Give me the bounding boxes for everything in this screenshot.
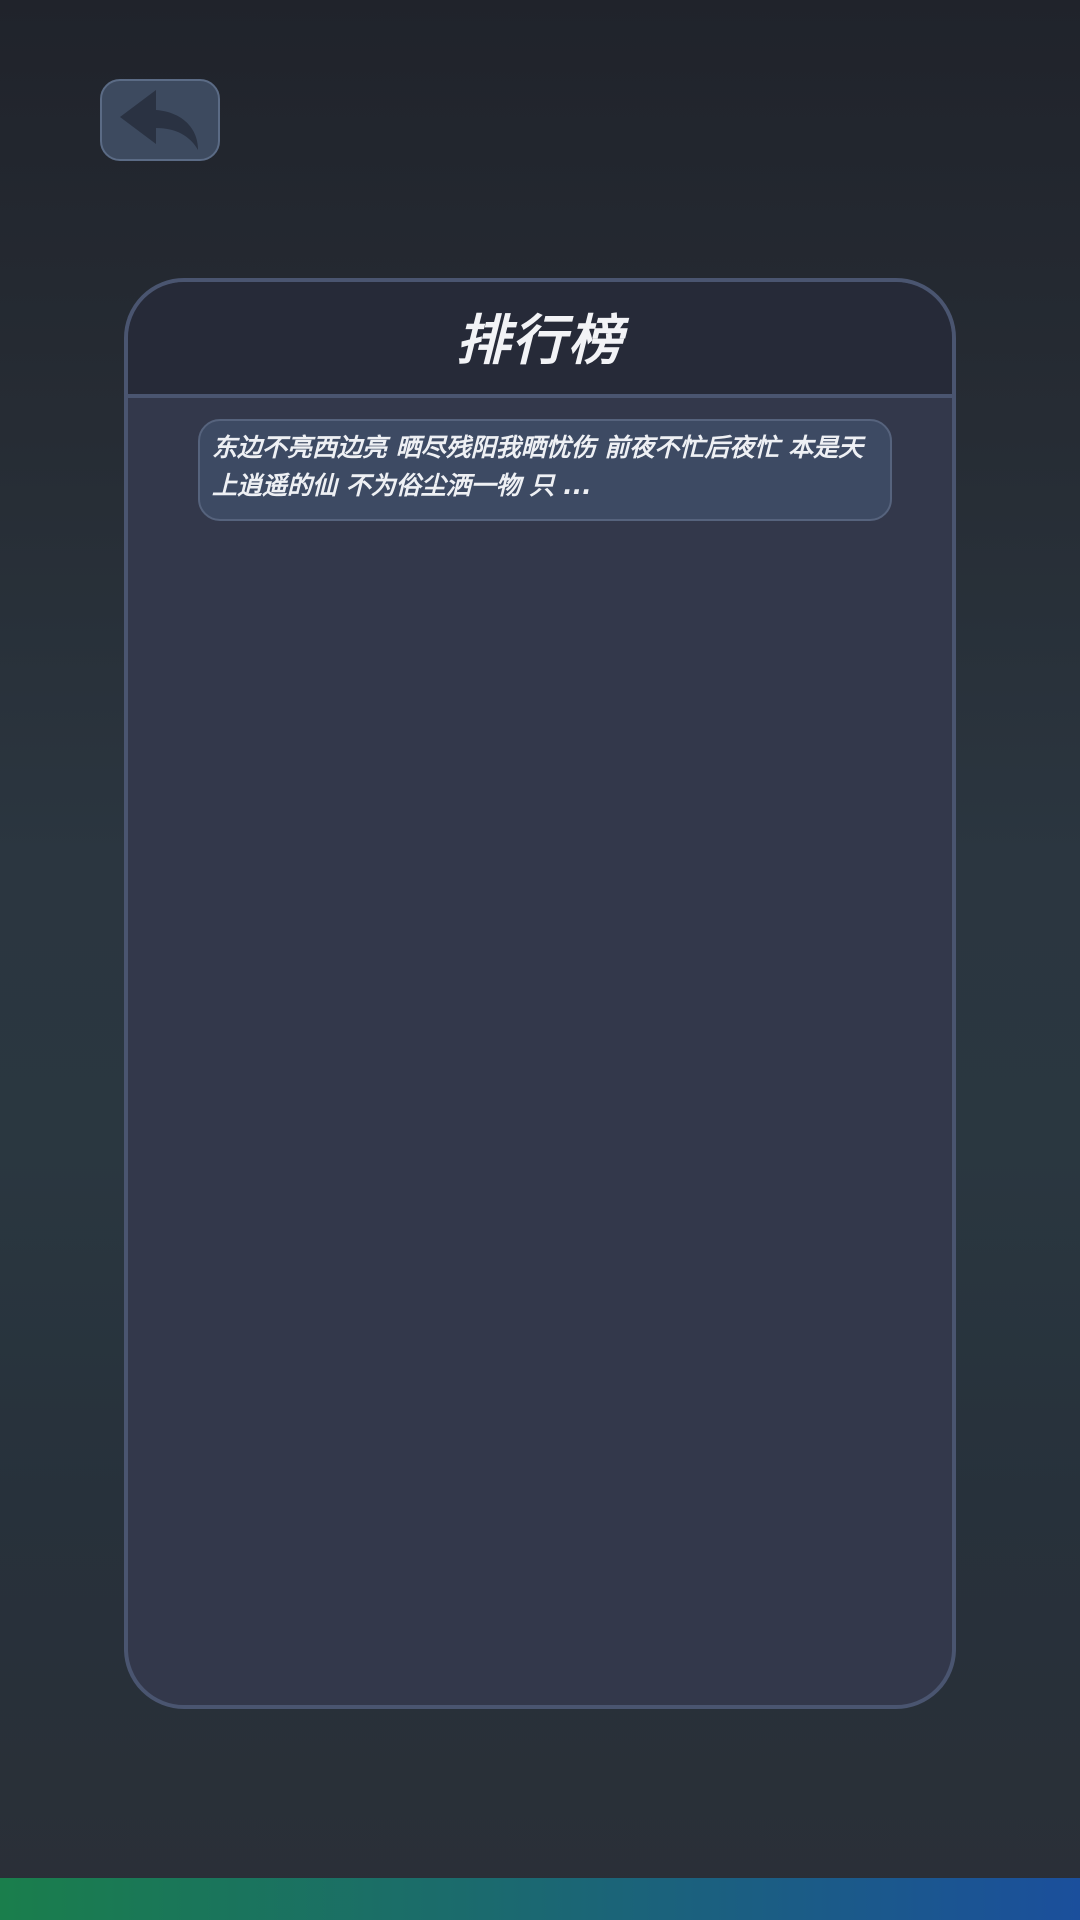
reply-arrow-icon bbox=[120, 90, 198, 150]
leaderboard-entry-text: 东边不亮西边亮 晒尽残阳我晒忧伤 前夜不忙后夜忙 本是天上逍遥的仙 不为俗尘洒一… bbox=[212, 433, 864, 500]
leaderboard-header: 排行榜 bbox=[128, 282, 952, 398]
leaderboard-title: 排行榜 bbox=[456, 308, 624, 372]
bottom-bar bbox=[0, 1878, 1080, 1920]
back-button[interactable] bbox=[100, 79, 220, 161]
leaderboard-panel: 排行榜 东边不亮西边亮 晒尽残阳我晒忧伤 前夜不忙后夜忙 本是天上逍遥的仙 不为… bbox=[124, 278, 956, 1709]
leaderboard-entry[interactable]: 东边不亮西边亮 晒尽残阳我晒忧伤 前夜不忙后夜忙 本是天上逍遥的仙 不为俗尘洒一… bbox=[198, 419, 892, 521]
